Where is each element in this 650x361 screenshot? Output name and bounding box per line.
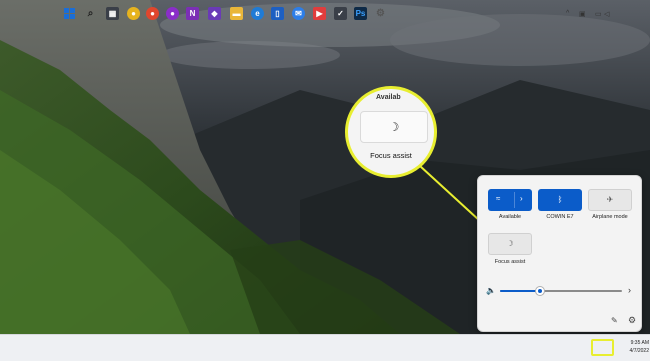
focus-assist-label: Focus assist <box>494 259 526 265</box>
wifi-tile-label: Available <box>498 214 522 220</box>
callout-partial-label: Availab <box>376 94 401 101</box>
taskbar <box>0 334 650 361</box>
tile-divider <box>514 192 515 208</box>
windows-start-icon[interactable] <box>63 7 76 20</box>
volume-icon[interactable]: ◁ <box>604 10 609 18</box>
firefox-dev-icon[interactable]: ● <box>166 7 179 20</box>
onenote-icon[interactable]: N <box>186 7 199 20</box>
focus-assist-tile[interactable]: ☽ <box>488 233 532 255</box>
bluetooth-icon: ᛒ <box>557 195 563 204</box>
widgets-icon[interactable]: ▦ <box>106 7 119 20</box>
clock-date: 4/7/2022 <box>629 348 649 354</box>
airplane-icon: ✈ <box>606 195 614 204</box>
focus-assist-callout: Availab ☽ Focus assist <box>345 86 437 178</box>
phone-icon[interactable]: ▯ <box>271 7 284 20</box>
system-clock[interactable]: 9:35 AM 4/7/2022 <box>621 339 649 355</box>
wifi-icon: ≈ <box>496 194 501 203</box>
settings-icon[interactable]: ⚙ <box>374 7 387 20</box>
visual-studio-icon[interactable]: ◆ <box>208 7 221 20</box>
volume-output-chevron-icon[interactable]: › <box>628 285 631 295</box>
callout-focus-assist-label: Focus assist <box>370 151 412 160</box>
airplane-mode-tile[interactable]: ✈ <box>588 189 632 211</box>
volume-slider-fill <box>500 290 540 292</box>
edge-icon[interactable]: e <box>251 7 264 20</box>
moon-icon: ☽ <box>388 120 400 134</box>
tray-app-icon[interactable]: ▣ <box>579 10 586 18</box>
speaker-icon: 🔈 <box>486 286 496 295</box>
todo-icon[interactable]: ✓ <box>334 7 347 20</box>
focus-assist-tile-magnified: ☽ <box>360 111 428 143</box>
settings-gear-icon[interactable]: ⚙ <box>628 315 636 326</box>
moon-icon: ☽ <box>506 239 514 248</box>
search-icon[interactable]: ⌕ <box>84 7 97 20</box>
wifi-tile[interactable]: ≈ › <box>488 189 532 211</box>
chrome-icon[interactable]: ● <box>127 7 140 20</box>
network-icon[interactable]: ▭ <box>595 10 602 18</box>
photoshop-icon[interactable]: Ps <box>354 7 367 20</box>
messenger-icon[interactable]: ✉ <box>292 7 305 20</box>
edit-pencil-icon[interactable]: ✎ <box>611 316 618 325</box>
show-hidden-icons-chevron[interactable]: ^ <box>566 10 569 17</box>
clock-time: 9:35 AM <box>630 340 649 346</box>
airplane-mode-label: Airplane mode <box>592 214 628 220</box>
firefox-icon[interactable]: ● <box>146 7 159 20</box>
bluetooth-tile-label: COWIN E7 <box>546 214 574 220</box>
tray-highlight-box <box>591 339 614 356</box>
bluetooth-tile[interactable]: ᛒ <box>538 189 582 211</box>
volume-slider-thumb[interactable] <box>536 287 544 295</box>
media-icon[interactable]: ▶ <box>313 7 326 20</box>
chevron-right-icon[interactable]: › <box>520 195 523 203</box>
file-explorer-icon[interactable]: ▬ <box>230 7 243 20</box>
